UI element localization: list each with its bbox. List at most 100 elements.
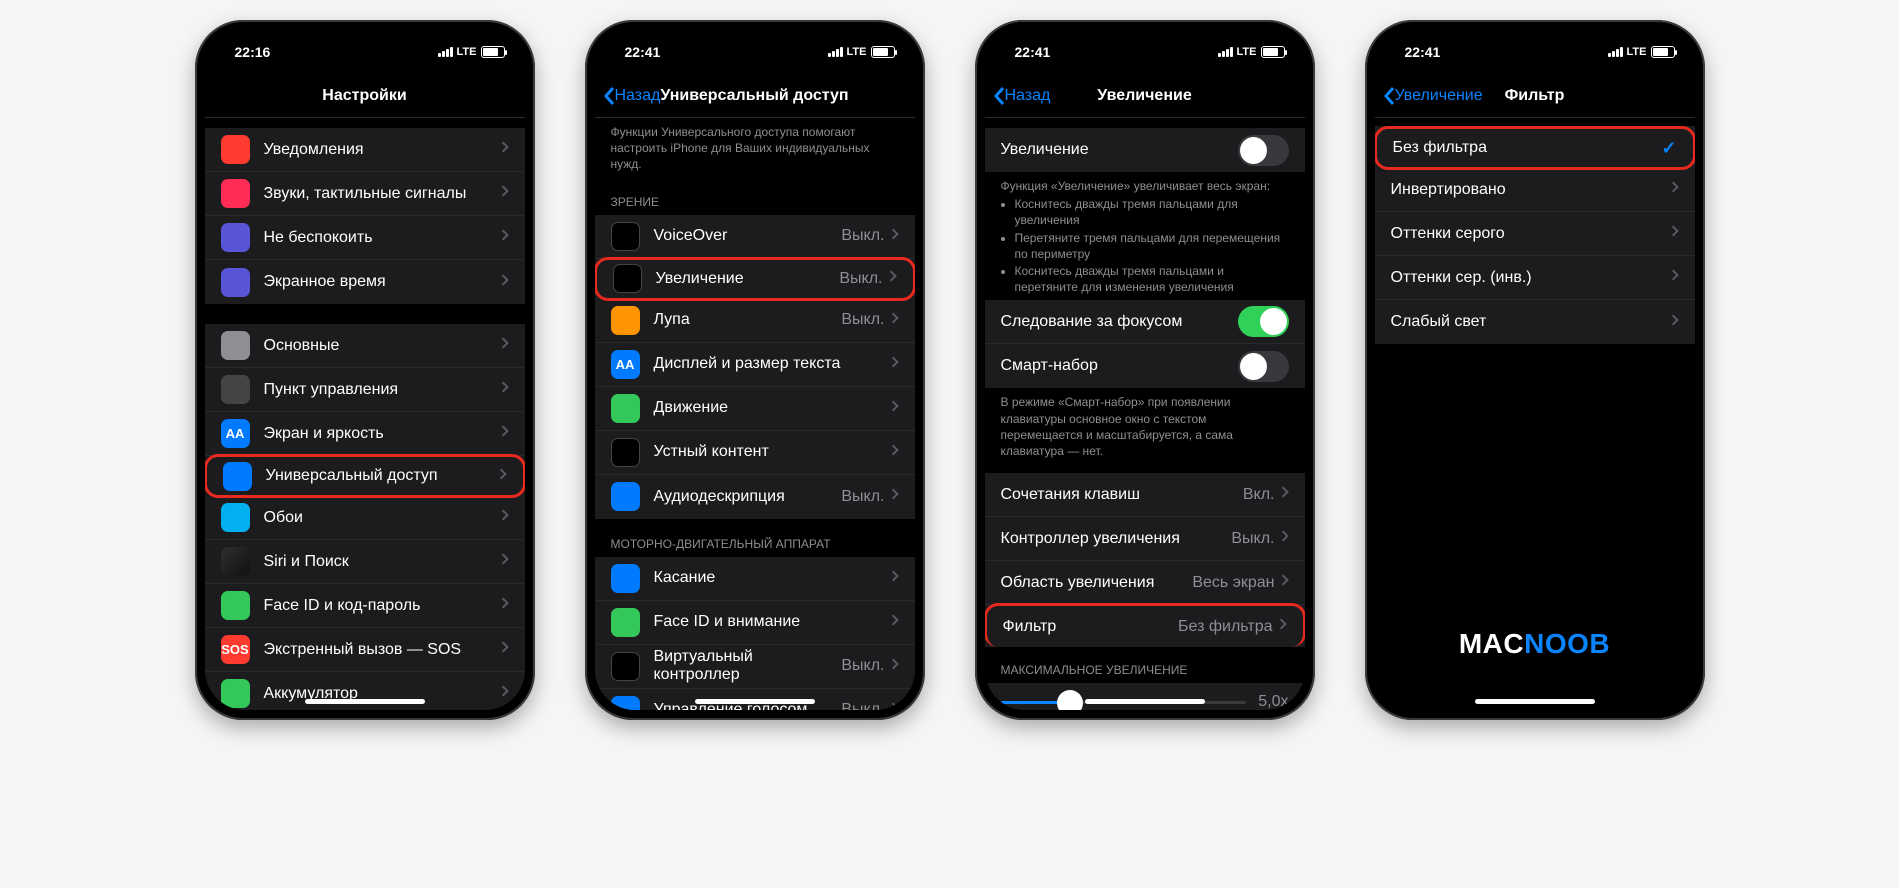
row-label: Сочетания клавиш xyxy=(1001,486,1243,504)
battery-icon xyxy=(1261,46,1285,58)
notch xyxy=(290,30,440,56)
row-dnd[interactable]: Не беспокоить xyxy=(205,216,525,260)
chevron-right-icon xyxy=(501,336,509,355)
row-icon xyxy=(611,652,640,681)
row-label: Увеличение xyxy=(1001,141,1238,159)
max-zoom-slider[interactable]: 5,0x xyxy=(985,683,1305,710)
row-label: Экран и яркость xyxy=(264,425,501,443)
chevron-right-icon xyxy=(891,569,899,588)
back-label: Назад xyxy=(1005,87,1051,105)
row-audiodesc[interactable]: АудиодескрипцияВыкл. xyxy=(595,475,915,519)
back-button[interactable]: Назад xyxy=(993,86,1051,106)
row-label: Фильтр xyxy=(1003,618,1179,636)
back-button[interactable]: Назад xyxy=(603,86,661,106)
status-right: LTE xyxy=(828,46,895,58)
row-icon xyxy=(221,135,250,164)
row-zoom-region[interactable]: Область увеличенияВесь экран xyxy=(985,561,1305,605)
chevron-right-icon xyxy=(891,613,899,632)
row-label: Дисплей и размер текста xyxy=(654,355,891,373)
chevron-right-icon xyxy=(1671,224,1679,243)
row-switch-control[interactable]: Виртуальный контроллерВыкл. xyxy=(595,645,915,689)
chevron-right-icon xyxy=(891,487,899,506)
row-icon xyxy=(611,222,640,251)
row-accessibility[interactable]: Универсальный доступ xyxy=(205,454,525,498)
row-sounds[interactable]: Звуки, тактильные сигналы xyxy=(205,172,525,216)
row-magnifier[interactable]: ЛупаВыкл. xyxy=(595,299,915,343)
row-siri[interactable]: Siri и Поиск xyxy=(205,540,525,584)
chevron-right-icon xyxy=(891,701,899,710)
slider-knob[interactable] xyxy=(1057,690,1083,710)
row-sos[interactable]: SOSЭкстренный вызов — SOS xyxy=(205,628,525,672)
row-display[interactable]: AAЭкран и яркость xyxy=(205,412,525,456)
row-wallpaper[interactable]: Обои xyxy=(205,496,525,540)
row-battery[interactable]: Аккумулятор xyxy=(205,672,525,710)
row-filter-none[interactable]: Без фильтра✓ xyxy=(1375,126,1695,170)
row-label: Устный контент xyxy=(654,443,891,461)
row-label: Siri и Поиск xyxy=(264,553,501,571)
row-label: Экранное время xyxy=(264,273,501,291)
row-value: Выкл. xyxy=(1231,530,1274,548)
row-filter-inverted[interactable]: Инвертировано xyxy=(1375,168,1695,212)
row-smart-typing[interactable]: Смарт-набор xyxy=(985,344,1305,388)
chevron-right-icon xyxy=(1671,268,1679,287)
chevron-right-icon xyxy=(891,311,899,330)
toggle-off[interactable] xyxy=(1238,135,1289,166)
phone-zoom: 22:41 LTE Назад Увеличение Увеличение xyxy=(975,20,1315,720)
row-display-text[interactable]: AAДисплей и размер текста xyxy=(595,343,915,387)
home-indicator[interactable] xyxy=(1475,699,1595,704)
row-screentime[interactable]: Экранное время xyxy=(205,260,525,304)
home-indicator[interactable] xyxy=(695,699,815,704)
row-label: Лупа xyxy=(654,311,842,329)
max-zoom-value: 5,0x xyxy=(1258,693,1288,710)
chevron-right-icon xyxy=(499,467,507,486)
row-zoom[interactable]: УвеличениеВыкл. xyxy=(595,257,915,301)
row-faceid-attention[interactable]: Face ID и внимание xyxy=(595,601,915,645)
row-filter-grayscale[interactable]: Оттенки серого xyxy=(1375,212,1695,256)
network-label: LTE xyxy=(847,46,867,58)
row-control-center[interactable]: Пункт управления xyxy=(205,368,525,412)
toggle-off[interactable] xyxy=(1238,351,1289,382)
row-value: Выкл. xyxy=(841,311,884,329)
home-indicator[interactable] xyxy=(305,699,425,704)
chevron-right-icon xyxy=(501,228,509,247)
row-label: Аудиодескрипция xyxy=(654,488,842,506)
row-spoken[interactable]: Устный контент xyxy=(595,431,915,475)
battery-icon xyxy=(1651,46,1675,58)
row-zoom-controller[interactable]: Контроллер увеличенияВыкл. xyxy=(985,517,1305,561)
zoom-note-item: Коснитесь дважды тремя пальцами для увел… xyxy=(1015,196,1289,228)
notch xyxy=(680,30,830,56)
chevron-right-icon xyxy=(501,380,509,399)
battery-icon xyxy=(481,46,505,58)
chevron-right-icon xyxy=(1671,313,1679,332)
row-touch[interactable]: Касание xyxy=(595,557,915,601)
toggle-on[interactable] xyxy=(1238,306,1289,337)
row-motion[interactable]: Движение xyxy=(595,387,915,431)
home-indicator[interactable] xyxy=(1085,699,1205,704)
row-faceid[interactable]: Face ID и код-пароль xyxy=(205,584,525,628)
row-filter-low-light[interactable]: Слабый свет xyxy=(1375,300,1695,344)
row-notifications[interactable]: Уведомления xyxy=(205,128,525,172)
chevron-right-icon xyxy=(1281,485,1289,504)
back-button[interactable]: Увеличение xyxy=(1383,86,1483,106)
row-general[interactable]: Основные xyxy=(205,324,525,368)
chevron-right-icon xyxy=(889,269,897,288)
nav-bar: Увеличение Фильтр xyxy=(1375,74,1695,118)
row-icon xyxy=(221,331,250,360)
row-zoom-toggle[interactable]: Увеличение xyxy=(985,128,1305,172)
row-icon xyxy=(613,264,642,293)
status-right: LTE xyxy=(1218,46,1285,58)
row-follow-focus[interactable]: Следование за фокусом xyxy=(985,300,1305,344)
row-filter-grayscale-inverted[interactable]: Оттенки сер. (инв.) xyxy=(1375,256,1695,300)
row-zoom-filter[interactable]: ФильтрБез фильтра xyxy=(985,603,1305,647)
row-key-shortcuts[interactable]: Сочетания клавишВкл. xyxy=(985,473,1305,517)
page-title: Настройки xyxy=(322,87,406,105)
battery-icon xyxy=(871,46,895,58)
row-value: Выкл. xyxy=(841,701,884,710)
row-label: Следование за фокусом xyxy=(1001,313,1238,331)
chevron-right-icon xyxy=(501,140,509,159)
row-value: Выкл. xyxy=(839,270,882,288)
row-label: Без фильтра xyxy=(1393,139,1662,157)
row-voiceover[interactable]: VoiceOverВыкл. xyxy=(595,215,915,259)
row-icon xyxy=(221,179,250,208)
row-icon xyxy=(221,268,250,297)
